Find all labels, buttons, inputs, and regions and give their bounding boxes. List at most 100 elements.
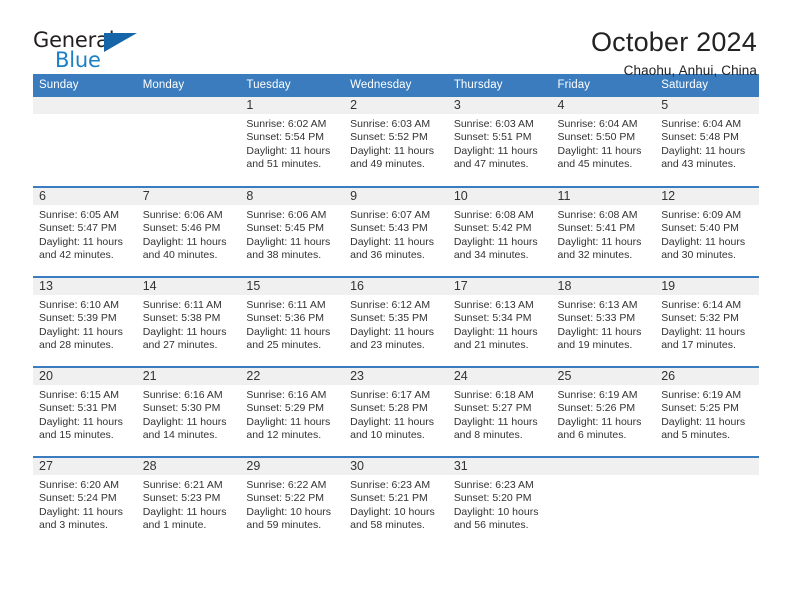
calendar-day-cell[interactable]: 4 Sunrise: 6:04 AM Sunset: 5:50 PM Daylight…	[551, 97, 656, 187]
sun-info-line: Daylight: 11 hours	[350, 235, 434, 248]
sun-info-line: Sunrise: 6:07 AM	[350, 209, 431, 221]
day-number: 24	[447, 368, 552, 385]
calendar-day-cell[interactable]: 8 Sunrise: 6:06 AM Sunset: 5:45 PM Daylight…	[240, 186, 345, 277]
sun-info-line: Daylight: 11 hours	[350, 325, 434, 338]
weekday-header-tuesday: Tuesday	[240, 74, 345, 97]
calendar-day-cell[interactable]: 31 Sunrise: 6:23 AM Sunset: 5:20 PM Dayligh…	[447, 456, 552, 547]
sun-info-line: and 12 minutes.	[246, 429, 322, 442]
day-cell-inner: 9 Sunrise: 6:07 AM Sunset: 5:43 PM Daylight…	[344, 188, 448, 276]
calendar-day-cell[interactable]: 19 Sunrise: 6:14 AM Sunset: 5:32 PM Dayligh…	[655, 276, 759, 367]
calendar-day-cell[interactable]: 5 Sunrise: 6:04 AM Sunset: 5:48 PM Daylight…	[655, 97, 759, 187]
calendar-day-cell[interactable]: 2 Sunrise: 6:03 AM Sunset: 5:52 PM Daylight…	[344, 97, 448, 187]
page-header: General Blue October 2024 Chaohu, Anhui,…	[33, 0, 759, 79]
calendar-day-cell[interactable]: 14 Sunrise: 6:11 AM Sunset: 5:38 PM Dayligh…	[136, 276, 241, 367]
day-cell-inner: 26 Sunrise: 6:19 AM Sunset: 5:25 PM Dayligh…	[655, 368, 759, 456]
sun-info-line: Sunset: 5:21 PM	[350, 492, 428, 505]
sun-info-line: Daylight: 11 hours	[453, 144, 538, 157]
day-cell-inner: 17 Sunrise: 6:13 AM Sunset: 5:34 PM Dayligh…	[447, 278, 552, 366]
day-sun-info: Sunrise: 6:15 AM Sunset: 5:31 PM Daylight:…	[33, 385, 137, 443]
calendar-week-row: 6 Sunrise: 6:05 AM Sunset: 5:47 PM Daylight…	[33, 186, 759, 277]
sun-info-line: Sunrise: 6:17 AM	[350, 389, 431, 401]
weekday-header-wednesday: Wednesday	[344, 74, 448, 97]
sun-info-line: Sunset: 5:54 PM	[246, 131, 325, 144]
calendar-day-cell[interactable]: 3 Sunrise: 6:03 AM Sunset: 5:51 PM Daylight…	[447, 97, 552, 187]
calendar-day-cell[interactable]: 28 Sunrise: 6:21 AM Sunset: 5:23 PM Dayligh…	[136, 456, 241, 547]
sun-info-line: Sunrise: 6:09 AM	[661, 209, 742, 221]
day-sun-info: Sunrise: 6:05 AM Sunset: 5:47 PM Daylight:…	[33, 205, 137, 263]
calendar-day-cell[interactable]: 22 Sunrise: 6:16 AM Sunset: 5:29 PM Dayligh…	[240, 366, 345, 457]
calendar-day-cell[interactable]: 17 Sunrise: 6:13 AM Sunset: 5:34 PM Dayligh…	[447, 276, 552, 367]
day-cell-inner: 31 Sunrise: 6:23 AM Sunset: 5:20 PM Dayligh…	[447, 458, 552, 546]
sun-info-line: Sunset: 5:28 PM	[350, 402, 428, 415]
day-cell-inner: 15 Sunrise: 6:11 AM Sunset: 5:36 PM Dayligh…	[240, 278, 345, 366]
day-sun-info: Sunrise: 6:20 AM Sunset: 5:24 PM Daylight:…	[33, 475, 137, 533]
calendar-day-cell[interactable]: 12 Sunrise: 6:09 AM Sunset: 5:40 PM Dayligh…	[655, 186, 759, 277]
sun-info-line: Daylight: 10 hours	[453, 505, 539, 518]
sun-info-line: Daylight: 11 hours	[246, 235, 331, 248]
calendar-day-cell[interactable]: 10 Sunrise: 6:08 AM Sunset: 5:42 PM Dayligh…	[447, 186, 552, 277]
sun-info-line: Daylight: 11 hours	[39, 505, 123, 518]
calendar-day-cell[interactable]: 15 Sunrise: 6:11 AM Sunset: 5:36 PM Dayligh…	[240, 276, 345, 367]
day-number: 9	[344, 188, 448, 205]
day-cell-inner: 7 Sunrise: 6:06 AM Sunset: 5:46 PM Daylight…	[136, 188, 241, 276]
day-sun-info: Sunrise: 6:19 AM Sunset: 5:25 PM Daylight:…	[655, 385, 759, 443]
day-number: 22	[240, 368, 345, 385]
calendar-day-cell[interactable]: 24 Sunrise: 6:18 AM Sunset: 5:27 PM Dayligh…	[447, 366, 552, 457]
sun-info-line: and 15 minutes.	[39, 429, 114, 442]
sun-info-line: Sunset: 5:46 PM	[142, 222, 221, 235]
calendar-day-cell[interactable]: 27 Sunrise: 6:20 AM Sunset: 5:24 PM Dayligh…	[33, 456, 137, 547]
calendar-day-cell[interactable]: 9 Sunrise: 6:07 AM Sunset: 5:43 PM Daylight…	[344, 186, 448, 277]
calendar-day-cell[interactable]: 13 Sunrise: 6:10 AM Sunset: 5:39 PM Dayligh…	[33, 276, 137, 367]
sun-info-line: Sunset: 5:50 PM	[557, 131, 636, 144]
weekday-header-thursday: Thursday	[447, 74, 552, 97]
sun-info-line: and 5 minutes.	[661, 429, 731, 442]
day-sun-info	[552, 475, 656, 479]
sun-info-line: Daylight: 11 hours	[557, 325, 642, 338]
sun-info-line: and 32 minutes.	[557, 249, 633, 262]
day-cell-inner: 25 Sunrise: 6:19 AM Sunset: 5:26 PM Dayligh…	[551, 368, 656, 456]
calendar-day-cell[interactable]: 11 Sunrise: 6:08 AM Sunset: 5:41 PM Dayligh…	[551, 186, 656, 277]
calendar-day-cell[interactable]: 16 Sunrise: 6:12 AM Sunset: 5:35 PM Dayligh…	[344, 276, 448, 367]
day-cell-inner: 3 Sunrise: 6:03 AM Sunset: 5:51 PM Daylight…	[447, 97, 552, 185]
general-blue-logo[interactable]: General Blue	[33, 28, 153, 80]
calendar-day-cell[interactable]: 18 Sunrise: 6:13 AM Sunset: 5:33 PM Dayligh…	[551, 276, 656, 367]
sun-info-line: and 19 minutes.	[557, 339, 633, 352]
day-sun-info: Sunrise: 6:11 AM Sunset: 5:36 PM Daylight:…	[240, 295, 344, 353]
calendar-empty-cell	[655, 456, 759, 547]
calendar-day-cell[interactable]: 7 Sunrise: 6:06 AM Sunset: 5:46 PM Daylight…	[136, 186, 241, 277]
calendar-day-cell[interactable]: 20 Sunrise: 6:15 AM Sunset: 5:31 PM Dayligh…	[33, 366, 137, 457]
calendar-day-cell[interactable]: 25 Sunrise: 6:19 AM Sunset: 5:26 PM Dayligh…	[551, 366, 656, 457]
day-number: 19	[655, 278, 759, 295]
sun-info-line: and 6 minutes.	[557, 429, 627, 442]
day-sun-info	[33, 114, 137, 118]
calendar-empty-cell	[551, 456, 656, 547]
day-cell-inner: 29 Sunrise: 6:22 AM Sunset: 5:22 PM Dayligh…	[240, 458, 345, 546]
day-sun-info: Sunrise: 6:06 AM Sunset: 5:46 PM Daylight:…	[137, 205, 241, 263]
calendar-day-cell[interactable]: 26 Sunrise: 6:19 AM Sunset: 5:25 PM Dayligh…	[655, 366, 759, 457]
sun-info-line: and 49 minutes.	[350, 158, 425, 171]
page-title: October 2024	[590, 27, 757, 57]
calendar-day-cell[interactable]: 1 Sunrise: 6:02 AM Sunset: 5:54 PM Daylight…	[240, 97, 345, 187]
day-number: 26	[655, 368, 759, 385]
calendar-day-cell[interactable]: 21 Sunrise: 6:16 AM Sunset: 5:30 PM Dayligh…	[136, 366, 241, 457]
day-number: 11	[551, 188, 656, 205]
day-sun-info	[137, 114, 241, 118]
sun-info-line: and 1 minute.	[142, 519, 207, 532]
sun-info-line: Sunset: 5:48 PM	[661, 131, 739, 144]
day-number: 18	[551, 278, 656, 295]
day-cell-inner: 1 Sunrise: 6:02 AM Sunset: 5:54 PM Daylight…	[240, 97, 345, 185]
sun-info-line: and 27 minutes.	[142, 339, 218, 352]
sun-info-line: and 23 minutes.	[350, 339, 425, 352]
sun-info-line: Sunrise: 6:03 AM	[453, 118, 534, 130]
sun-info-line: Sunset: 5:26 PM	[557, 402, 636, 415]
calendar-day-cell[interactable]: 6 Sunrise: 6:05 AM Sunset: 5:47 PM Daylight…	[33, 186, 137, 277]
sun-info-line: Sunrise: 6:15 AM	[39, 389, 119, 401]
calendar-day-cell[interactable]: 23 Sunrise: 6:17 AM Sunset: 5:28 PM Dayligh…	[344, 366, 448, 457]
sun-info-line: Sunset: 5:35 PM	[350, 312, 428, 325]
sun-info-line: and 59 minutes.	[246, 519, 322, 532]
calendar-day-cell[interactable]: 29 Sunrise: 6:22 AM Sunset: 5:22 PM Dayligh…	[240, 456, 345, 547]
day-number: 5	[655, 97, 759, 114]
calendar-day-cell[interactable]: 30 Sunrise: 6:23 AM Sunset: 5:21 PM Dayligh…	[344, 456, 448, 547]
day-cell-inner	[136, 97, 241, 185]
sun-info-line: Daylight: 11 hours	[453, 235, 538, 248]
